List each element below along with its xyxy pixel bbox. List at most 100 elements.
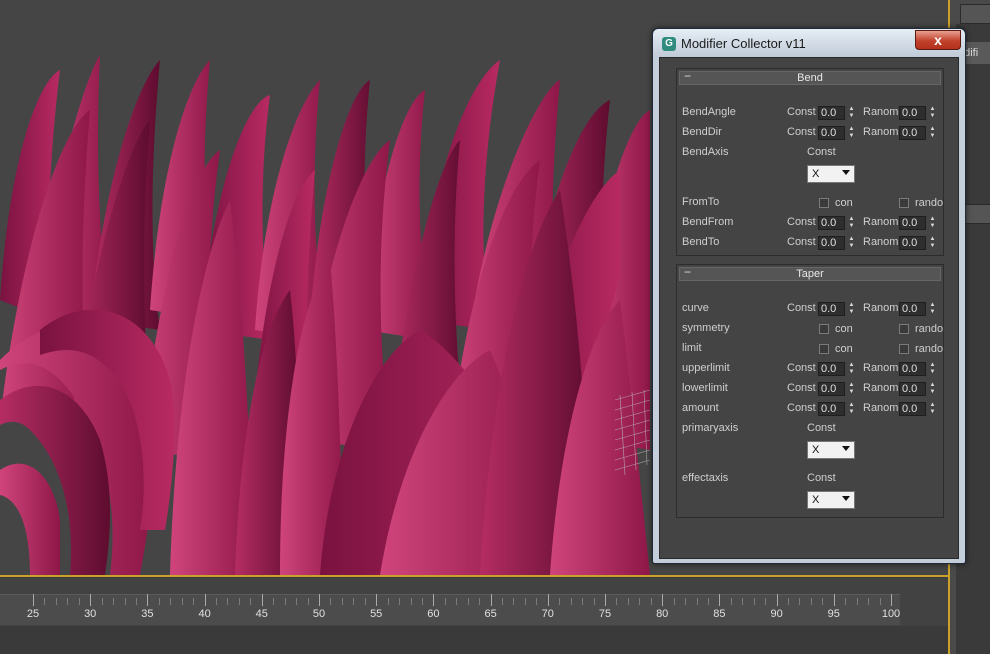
close-button[interactable]: x: [915, 30, 961, 50]
spinner-arrows-icon[interactable]: ▲ ▼: [847, 106, 856, 120]
lowerlimit-random-value[interactable]: 0.0: [899, 382, 926, 396]
ruler-tick: [662, 594, 664, 606]
spinner-arrows-icon[interactable]: ▲ ▼: [847, 126, 856, 140]
upperlimit-label: upperlimit: [682, 362, 730, 374]
ruler-tick: [261, 594, 263, 606]
ruler-tick: [742, 598, 744, 605]
bendto-random-spinner[interactable]: 0.0 ▲ ▼: [899, 236, 937, 250]
upperlimit-mode-label: Const: [787, 362, 816, 374]
spinner-arrows-icon[interactable]: ▲ ▼: [847, 362, 856, 376]
ruler-label: 85: [713, 608, 726, 620]
benddir-random-value[interactable]: 0.0: [899, 126, 926, 140]
bendto-random-label: Ranom: [863, 236, 899, 248]
ruler-label: 65: [484, 608, 497, 620]
lowerlimit-random-spinner[interactable]: 0.0 ▲ ▼: [899, 382, 937, 396]
bendto-value[interactable]: 0.0: [818, 236, 845, 250]
symmetry-random-checkbox[interactable]: [899, 324, 909, 334]
fromto-random-checkbox[interactable]: [899, 198, 909, 208]
bendto-spinner[interactable]: 0.0 ▲ ▼: [818, 236, 856, 250]
spinner-arrows-icon[interactable]: ▲ ▼: [928, 402, 937, 416]
dropdown-arrow-icon: [842, 446, 850, 451]
spinner-arrows-icon[interactable]: ▲ ▼: [847, 402, 856, 416]
spinner-arrows-icon[interactable]: ▲ ▼: [928, 216, 937, 230]
curve-random-value[interactable]: 0.0: [899, 302, 926, 316]
bend-rollout: − Bend BendAngle Const 0.0 ▲ ▼ Ranom 0.0 …: [676, 68, 944, 256]
primaryaxis-dropdown[interactable]: X: [807, 441, 855, 459]
bendangle-random-value[interactable]: 0.0: [899, 106, 926, 120]
symmetry-con-checkbox[interactable]: [819, 324, 829, 334]
bendfrom-random-spinner[interactable]: 0.0 ▲ ▼: [899, 216, 937, 230]
upperlimit-random-value[interactable]: 0.0: [899, 362, 926, 376]
spinner-arrows-icon[interactable]: ▲ ▼: [928, 126, 937, 140]
spinner-arrows-icon[interactable]: ▲ ▼: [928, 382, 937, 396]
bendangle-random-spinner[interactable]: 0.0 ▲ ▼: [899, 106, 937, 120]
bendfrom-value[interactable]: 0.0: [818, 216, 845, 230]
status-bar: [0, 626, 948, 654]
ruler-tick: [55, 598, 57, 605]
ruler-tick: [696, 598, 698, 605]
spinner-arrows-icon[interactable]: ▲ ▼: [928, 302, 937, 316]
ruler-tick: [67, 598, 69, 605]
spinner-arrows-icon[interactable]: ▲ ▼: [847, 302, 856, 316]
ruler-label: 95: [827, 608, 840, 620]
ruler-tick: [216, 598, 218, 605]
effectaxis-selected: X: [812, 494, 820, 506]
upperlimit-random-spinner[interactable]: 0.0 ▲ ▼: [899, 362, 937, 376]
effectaxis-dropdown[interactable]: X: [807, 491, 855, 509]
spinner-arrows-icon[interactable]: ▲ ▼: [847, 216, 856, 230]
spinner-arrows-icon[interactable]: ▲ ▼: [928, 236, 937, 250]
spinner-arrows-icon[interactable]: ▲ ▼: [847, 382, 856, 396]
spinner-arrows-icon[interactable]: ▲ ▼: [928, 106, 937, 120]
amount-random-label: Ranom: [863, 402, 899, 414]
curve-spinner[interactable]: 0.0 ▲ ▼: [818, 302, 856, 316]
effectaxis-mode-label: Const: [807, 472, 836, 484]
ruler-tick: [158, 598, 160, 605]
lowerlimit-spinner[interactable]: 0.0 ▲ ▼: [818, 382, 856, 396]
bendaxis-selected: X: [812, 168, 820, 180]
spinner-arrows-icon[interactable]: ▲ ▼: [847, 236, 856, 250]
upperlimit-value[interactable]: 0.0: [818, 362, 845, 376]
time-slider-ruler[interactable]: 25 30 35 40 45 50 55 60 65 70 75 80 85 90 95 100: [0, 578, 948, 654]
bendaxis-label: BendAxis: [682, 146, 729, 158]
benddir-random-spinner[interactable]: 0.0 ▲ ▼: [899, 126, 937, 140]
amount-value[interactable]: 0.0: [818, 402, 845, 416]
upperlimit-spinner[interactable]: 0.0 ▲ ▼: [818, 362, 856, 376]
limit-con-checkbox[interactable]: [819, 344, 829, 354]
bendfrom-random-value[interactable]: 0.0: [899, 216, 926, 230]
bendangle-spinner[interactable]: 0.0 ▲ ▼: [818, 106, 856, 120]
ruler-tick: [868, 598, 870, 605]
taper-rollout-header[interactable]: − Taper: [679, 265, 941, 281]
bend-rollout-header[interactable]: − Bend: [679, 69, 941, 85]
benddir-value[interactable]: 0.0: [818, 126, 845, 140]
bendfrom-spinner[interactable]: 0.0 ▲ ▼: [818, 216, 856, 230]
dialog-titlebar[interactable]: G Modifier Collector v11 x: [653, 29, 965, 57]
limit-random-checkbox[interactable]: [899, 344, 909, 354]
ruler-tick: [284, 598, 286, 605]
lowerlimit-mode-label: Const: [787, 382, 816, 394]
ruler-tick: [227, 598, 229, 605]
bendaxis-dropdown[interactable]: X: [807, 165, 855, 183]
modifier-collector-dialog[interactable]: G Modifier Collector v11 x − Bend BendAn…: [652, 28, 966, 564]
ruler-tick: [376, 594, 378, 606]
fromto-con-checkbox[interactable]: [819, 198, 829, 208]
bendangle-value[interactable]: 0.0: [818, 106, 845, 120]
amount-label: amount: [682, 402, 719, 414]
amount-random-spinner[interactable]: 0.0 ▲ ▼: [899, 402, 937, 416]
ruler-tick: [673, 598, 675, 605]
panel-button[interactable]: [960, 4, 990, 24]
ruler-label: 50: [312, 608, 326, 620]
lowerlimit-value[interactable]: 0.0: [818, 382, 845, 396]
curve-random-label: Ranom: [863, 302, 899, 314]
amount-spinner[interactable]: 0.0 ▲ ▼: [818, 402, 856, 416]
benddir-spinner[interactable]: 0.0 ▲ ▼: [818, 126, 856, 140]
spinner-arrows-icon[interactable]: ▲ ▼: [928, 362, 937, 376]
symmetry-label: symmetry: [682, 322, 730, 334]
ruler-tick: [833, 594, 835, 606]
curve-random-spinner[interactable]: 0.0 ▲ ▼: [899, 302, 937, 316]
fromto-random-label: rando: [915, 197, 944, 209]
effectaxis-label: effectaxis: [682, 472, 729, 484]
lowerlimit-label: lowerlimit: [682, 382, 728, 394]
bendto-random-value[interactable]: 0.0: [899, 236, 926, 250]
amount-random-value[interactable]: 0.0: [899, 402, 926, 416]
curve-value[interactable]: 0.0: [818, 302, 845, 316]
